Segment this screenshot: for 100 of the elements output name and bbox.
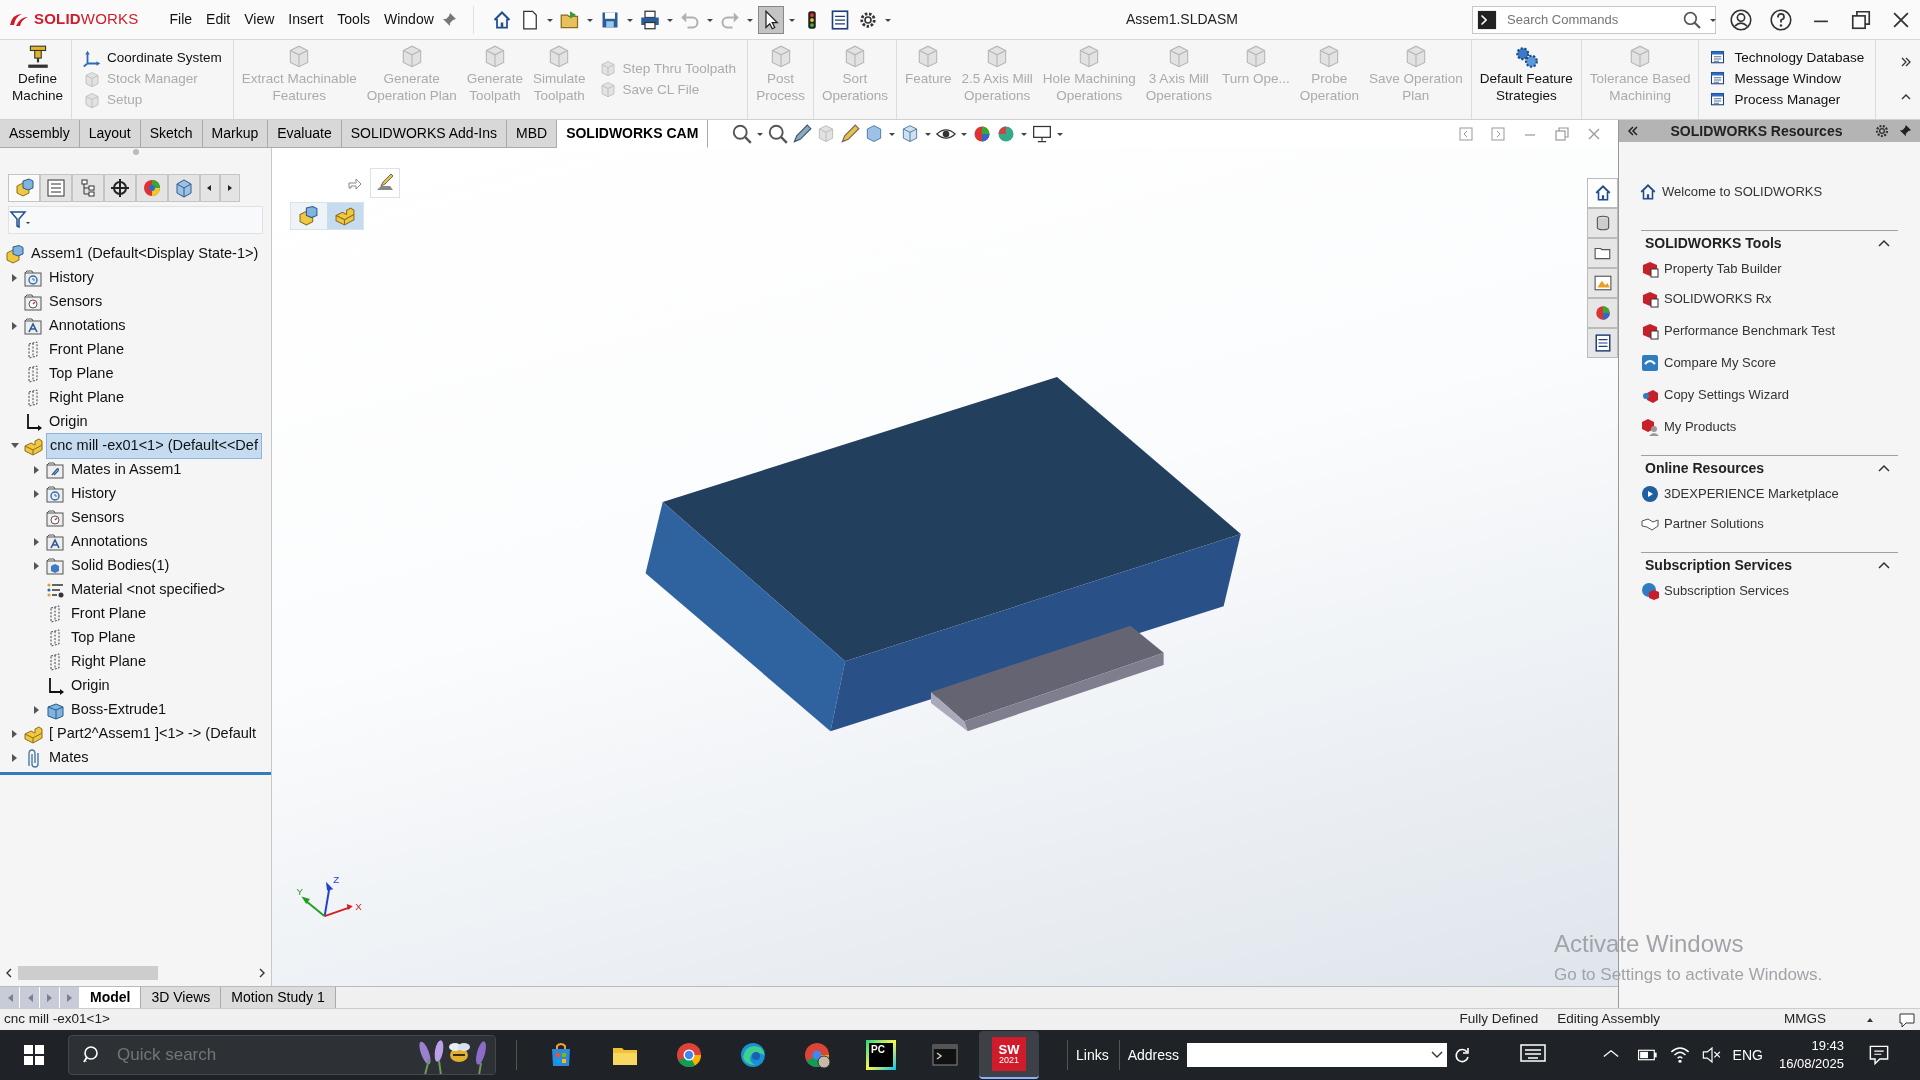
search-input[interactable]: Quick search bbox=[115, 1041, 335, 1069]
pin-icon[interactable] bbox=[1898, 124, 1912, 138]
ribbon-button[interactable]: Technology Database bbox=[1706, 48, 1869, 69]
ribbon-button[interactable]: Define Machine bbox=[7, 40, 69, 119]
assembly-icon[interactable] bbox=[299, 206, 319, 226]
search-input[interactable]: Search Commands bbox=[1505, 8, 1675, 31]
menu-item[interactable]: Insert bbox=[281, 7, 331, 32]
help-icon[interactable] bbox=[1770, 8, 1792, 31]
tree-item[interactable]: [ Part2^Assem1 ]<1> -> (Default bbox=[46, 722, 260, 746]
tree-item[interactable]: Sensors bbox=[68, 506, 128, 530]
tree-item[interactable]: Assem1 (Default<Display State-1>) bbox=[28, 242, 262, 266]
edit-button[interactable] bbox=[370, 168, 400, 198]
clock-time[interactable]: 19:43 bbox=[1811, 1037, 1844, 1055]
home-icon[interactable] bbox=[1639, 183, 1657, 201]
collapse-pane-icon[interactable] bbox=[1627, 125, 1639, 137]
notification-icon[interactable] bbox=[1868, 1044, 1890, 1066]
tab[interactable]: Sketch bbox=[140, 120, 203, 148]
tab[interactable]: Markup bbox=[202, 120, 269, 148]
tree-item[interactable]: cnc mill -ex01<1> (Default<<Def bbox=[46, 433, 262, 459]
print-icon[interactable] bbox=[639, 9, 660, 30]
caret-icon[interactable] bbox=[1431, 1050, 1444, 1060]
menu-item[interactable]: View bbox=[237, 7, 282, 32]
select-button[interactable] bbox=[757, 5, 784, 34]
part-icon[interactable] bbox=[335, 206, 355, 226]
scroll-left-icon[interactable] bbox=[4, 967, 14, 979]
tab[interactable]: 3D Views bbox=[141, 987, 222, 1008]
resource-link[interactable]: Subscription Services bbox=[1664, 581, 1789, 601]
tab-scroll-button[interactable] bbox=[220, 174, 240, 202]
expand-icon[interactable] bbox=[33, 465, 41, 475]
tab[interactable]: SOLIDWORKS Add-Ins bbox=[341, 120, 507, 148]
expand-icon[interactable] bbox=[1900, 56, 1912, 68]
side-tab[interactable] bbox=[1587, 268, 1618, 298]
menu-item[interactable]: Tools bbox=[330, 7, 377, 32]
ribbon-button[interactable]: Coordinate System bbox=[79, 48, 226, 69]
collapse-icon[interactable] bbox=[10, 442, 20, 450]
expand-icon[interactable] bbox=[11, 321, 19, 331]
tree-item[interactable]: Solid Bodies(1) bbox=[68, 554, 173, 578]
tab[interactable]: Evaluate bbox=[268, 120, 342, 148]
nav-button[interactable] bbox=[40, 987, 60, 1008]
side-tab[interactable] bbox=[1587, 328, 1618, 358]
magnifier-icon[interactable] bbox=[768, 124, 789, 144]
side-tab[interactable] bbox=[1587, 178, 1618, 208]
ribbon-button[interactable]: Message Window bbox=[1706, 69, 1869, 90]
side-tab[interactable] bbox=[1587, 208, 1618, 238]
tab[interactable]: MBD bbox=[507, 120, 558, 148]
tree-item[interactable]: Right Plane bbox=[46, 386, 127, 410]
ribbon-button[interactable]: Process Manager bbox=[1706, 90, 1869, 111]
panel-tab[interactable] bbox=[104, 174, 136, 202]
menu-item[interactable]: File bbox=[162, 7, 200, 32]
collapse-icon[interactable] bbox=[1878, 238, 1890, 248]
expand-icon[interactable] bbox=[11, 729, 19, 739]
welcome-link[interactable]: Welcome to SOLIDWORKS bbox=[1662, 182, 1823, 202]
tree-item[interactable]: Origin bbox=[68, 674, 113, 698]
tree-item[interactable]: History bbox=[46, 266, 98, 290]
list-icon[interactable] bbox=[829, 9, 850, 30]
expand-icon[interactable] bbox=[11, 753, 19, 763]
resource-link[interactable]: My Products bbox=[1664, 417, 1737, 437]
menu-item[interactable]: Window bbox=[377, 7, 441, 32]
tab[interactable]: Layout bbox=[79, 120, 141, 148]
account-icon[interactable] bbox=[1730, 8, 1752, 31]
tree-item[interactable]: Front Plane bbox=[68, 602, 149, 626]
filter-icon[interactable] bbox=[9, 210, 31, 230]
tree-item[interactable]: Origin bbox=[46, 410, 91, 434]
search-icon[interactable] bbox=[1683, 10, 1701, 29]
tree-item[interactable]: Sensors bbox=[46, 290, 106, 314]
open-folder-icon[interactable] bbox=[559, 9, 580, 30]
collapse-icon[interactable] bbox=[1878, 560, 1890, 570]
tree-item[interactable]: Mates in Assem1 bbox=[68, 458, 185, 482]
nav-button[interactable] bbox=[60, 987, 80, 1008]
tree-item[interactable]: Mates bbox=[46, 746, 92, 770]
panel-icon[interactable] bbox=[1458, 126, 1474, 142]
side-tab[interactable] bbox=[1587, 298, 1618, 328]
collapse-icon[interactable] bbox=[1878, 463, 1890, 473]
home-icon[interactable] bbox=[491, 9, 512, 30]
wifi-icon[interactable] bbox=[1668, 1044, 1691, 1066]
tree-item[interactable]: Top Plane bbox=[46, 362, 117, 386]
menu-item[interactable]: Edit bbox=[199, 7, 238, 32]
nav-button[interactable] bbox=[0, 987, 20, 1008]
refresh-icon[interactable] bbox=[1453, 1046, 1472, 1064]
tree-item[interactable]: History bbox=[68, 482, 120, 506]
resource-link[interactable]: Property Tab Builder bbox=[1664, 259, 1782, 279]
scroll-right-icon[interactable] bbox=[257, 967, 267, 979]
resource-link[interactable]: Performance Benchmark Test bbox=[1664, 321, 1835, 341]
tree-item[interactable]: Annotations bbox=[46, 314, 129, 338]
resource-link[interactable]: Compare My Score bbox=[1664, 353, 1776, 373]
magnifier-icon[interactable] bbox=[732, 124, 753, 144]
monitor-icon[interactable] bbox=[1032, 124, 1053, 144]
settings-icon[interactable] bbox=[1874, 123, 1890, 139]
nav-button[interactable] bbox=[20, 987, 40, 1008]
tab[interactable]: Assembly bbox=[0, 120, 80, 148]
restore-icon[interactable] bbox=[1850, 8, 1872, 31]
expand-icon[interactable] bbox=[33, 489, 41, 499]
language-indicator[interactable]: ENG bbox=[1732, 1044, 1763, 1066]
scrollbar-thumb[interactable] bbox=[18, 966, 158, 980]
breadcrumb-bar[interactable] bbox=[290, 202, 364, 230]
expand-icon[interactable] bbox=[33, 705, 41, 715]
clock-date[interactable]: 16/08/2025 bbox=[1778, 1055, 1844, 1073]
panel-icon[interactable] bbox=[1490, 126, 1506, 142]
resource-link[interactable]: 3DEXPERIENCE Marketplace bbox=[1664, 484, 1839, 504]
tree-item[interactable]: Material <not specified> bbox=[68, 578, 228, 602]
